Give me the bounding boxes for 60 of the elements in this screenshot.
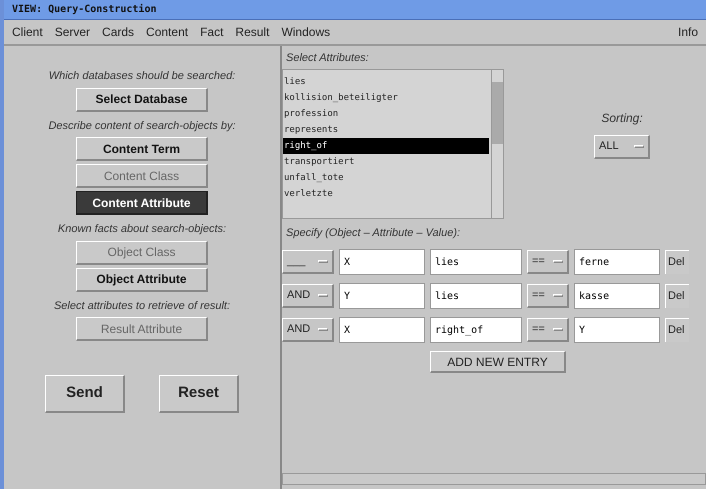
operator-option-button[interactable]: == [527, 250, 569, 274]
section-prompt: Known facts about search-objects: [58, 222, 226, 237]
menu-item[interactable]: Windows [281, 23, 330, 41]
attribute-item[interactable]: kollision_beteiligter [283, 90, 489, 106]
attribute-field[interactable]: right_of [430, 317, 522, 343]
option-indicator-icon [553, 260, 563, 263]
option-button[interactable]: Object Attribute [76, 268, 208, 292]
delete-button[interactable]: Del [665, 250, 689, 274]
option-indicator-icon [553, 328, 563, 331]
option-button[interactable]: Content Term [76, 137, 208, 161]
option-indicator-icon [634, 144, 644, 148]
menu-item[interactable]: Cards [102, 23, 134, 41]
option-indicator-icon [553, 294, 563, 297]
section-prompt: Describe content of search-objects by: [48, 118, 236, 134]
attribute-item[interactable]: unfall_tote [283, 170, 489, 186]
option-button[interactable]: Select Database [76, 88, 208, 112]
action-button[interactable]: Send [45, 375, 125, 413]
menu-item[interactable]: Content [146, 23, 188, 41]
connector-option-button[interactable]: AND [282, 318, 334, 342]
action-button[interactable]: Reset [159, 375, 239, 413]
connector-option-button[interactable]: ___ [282, 250, 334, 274]
operator-option-button[interactable]: == [527, 318, 569, 342]
sorting-label: Sorting: [601, 110, 643, 126]
option-indicator-icon [318, 260, 328, 263]
object-field[interactable]: X [339, 249, 425, 275]
attribute-field[interactable]: lies [430, 249, 522, 275]
object-field[interactable]: X [339, 317, 425, 343]
menu-item[interactable]: Fact [200, 23, 224, 41]
option-indicator-icon [318, 328, 328, 331]
attribute-item[interactable]: represents [283, 122, 489, 138]
operator-option-button[interactable]: == [527, 284, 569, 308]
menu-item[interactable]: Info [678, 23, 698, 41]
window-title: VIEW: Query-Construction [12, 2, 156, 17]
value-field[interactable]: ferne [574, 249, 660, 275]
option-indicator-icon [318, 294, 328, 297]
attributes-label: Select Attributes: [286, 51, 370, 66]
scrollbar[interactable] [491, 70, 503, 218]
attribute-item[interactable]: transportiert [283, 154, 489, 170]
menu-item[interactable]: Client [12, 23, 43, 41]
attribute-field[interactable]: lies [430, 283, 522, 309]
delete-button[interactable]: Del [665, 318, 689, 342]
value-field[interactable]: kasse [574, 283, 660, 309]
scroll-thumb[interactable] [492, 82, 503, 144]
add-entry-button[interactable]: ADD NEW ENTRY [430, 351, 566, 373]
menu-item[interactable]: Result [235, 23, 270, 41]
attribute-item[interactable]: lies [283, 74, 489, 90]
value-field[interactable]: Y [574, 317, 660, 343]
section-prompt: Select attributes to retrieve of result: [54, 298, 230, 314]
option-button[interactable]: Content Attribute [76, 191, 208, 215]
delete-button[interactable]: Del [665, 284, 689, 308]
attribute-item[interactable]: profession [283, 106, 489, 122]
connector-option-button[interactable]: AND [282, 284, 334, 308]
specify-label: Specify (Object – Attribute – Value): [286, 226, 462, 240]
sorting-option-button[interactable]: ALL [594, 134, 650, 158]
object-field[interactable]: Y [339, 283, 425, 309]
horizontal-scrollbar[interactable] [282, 473, 706, 485]
attribute-item[interactable]: verletzte [283, 186, 489, 202]
menu-item[interactable]: Server [54, 23, 90, 41]
attribute-item[interactable]: right_of [283, 138, 489, 154]
section-prompt: Which databases should be searched: [48, 69, 236, 84]
